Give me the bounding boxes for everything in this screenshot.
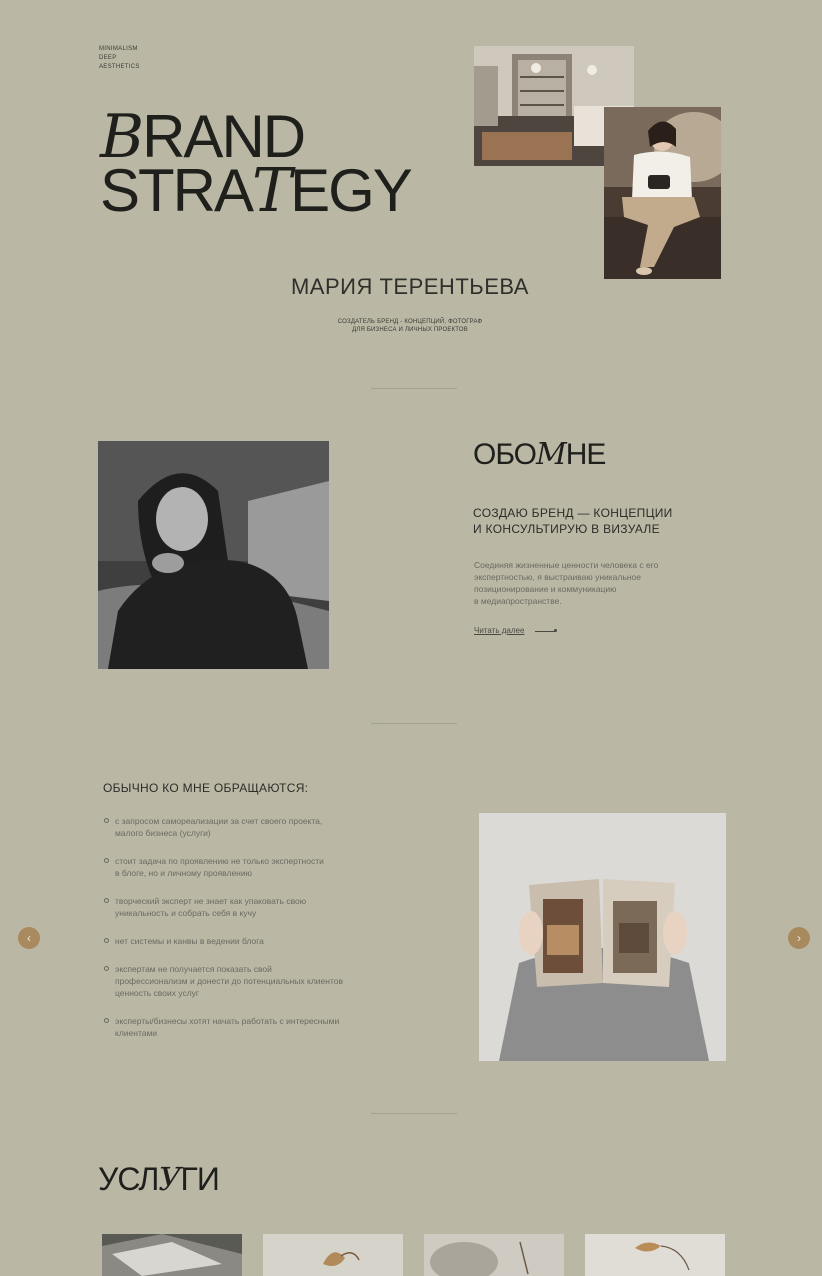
grid-line (378, 390, 379, 1110)
list-item-line: клиентами (115, 1028, 158, 1038)
list-item-line: ценность своих услуг (115, 988, 200, 998)
tagline-line: AESTHETICS (99, 64, 140, 70)
section-divider (371, 388, 457, 389)
services-heading-part: УСЛ (98, 1161, 159, 1197)
list-item-line: эксперты/бизнесы хотят начать работать с… (115, 1016, 340, 1026)
carousel-prev-button[interactable]: ‹ (18, 927, 40, 949)
list-item-line: в блоге, но и личному проявлению (115, 868, 252, 878)
author-name: МАРИЯ ТЕРЕНТЬЕВА (290, 274, 529, 299)
about-heading-part: ОБО (473, 438, 537, 471)
services-heading: УСЛУГИ (98, 1160, 220, 1198)
tagline-line: MINIMALISM (99, 46, 138, 52)
about-heading-part: НЕ (565, 438, 607, 471)
services-heading-script: У (158, 1160, 181, 1198)
list-item: с запросом самореализации за счет своего… (103, 815, 363, 839)
about-photo (98, 441, 329, 669)
list-item: эксперты/бизнесы хотят начать работать с… (103, 1015, 363, 1039)
tagline-line: DEEP (99, 55, 117, 61)
brand-title-script: T (252, 156, 292, 226)
about-text-line: Соединяя жизненные ценности человека с е… (474, 560, 659, 570)
about-subheading-line: И КОНСУЛЬТИРУЮ В ВИЗУАЛЕ (473, 522, 660, 536)
about-text-line: в медиапространстве. (474, 596, 562, 606)
brand-title-part: STRA (100, 157, 254, 224)
arrow-dot-icon (554, 629, 557, 632)
list-item-line: профессионализм и донести до потенциальн… (115, 976, 343, 986)
service-card-image[interactable] (424, 1234, 564, 1276)
list-item-line: экспертам не получается показать свой (115, 964, 272, 974)
list-item-line: творческий эксперт не знает как упаковат… (115, 896, 307, 906)
list-item: экспертам не получается показать свой пр… (103, 963, 363, 999)
about-heading: ОБОМНЕ (473, 437, 607, 472)
read-more-link[interactable]: Читать далее (474, 626, 524, 635)
about-text-line: позиционирование и коммуникацию (474, 584, 617, 594)
arrow-line-icon (535, 631, 555, 632)
author-subtitle: СОЗДАТЕЛЬ БРЕНД - КОНЦЕПЦИЙ, ФОТОГРАФ ДЛ… (300, 318, 520, 334)
section-divider (371, 723, 457, 724)
about-subheading-line: СОЗДАЮ БРЕНД — КОНЦЕПЦИИ (473, 506, 673, 520)
brand-title: BRAND STRATEGY (100, 107, 413, 222)
list-item: стоит задача по проявлению не только экс… (103, 855, 363, 879)
list-item-line: стоит задача по проявлению не только экс… (115, 856, 324, 866)
service-card-image[interactable] (263, 1234, 403, 1276)
about-text-line: экспертностью, я выстраиваю уникальное (474, 572, 641, 582)
service-card-image[interactable] (102, 1234, 242, 1276)
list-item: творческий эксперт не знает как упаковат… (103, 895, 363, 919)
author-subtitle-line: СОЗДАТЕЛЬ БРЕНД - КОНЦЕПЦИЙ, ФОТОГРАФ (337, 319, 483, 325)
chevron-left-icon: ‹ (27, 931, 31, 945)
tagline: MINIMALISM DEEP AESTHETICS (99, 45, 140, 72)
client-list: с запросом самореализации за счет своего… (103, 815, 363, 1039)
portrait-photo (604, 107, 721, 279)
list-item-line: с запросом самореализации за счет своего… (115, 816, 323, 826)
clients-heading: ОБЫЧНО КО МНЕ ОБРАЩАЮТСЯ: (103, 781, 309, 795)
services-heading-part: ГИ (180, 1161, 220, 1197)
brand-title-part: EGY (290, 157, 413, 224)
list-item-line: нет системы и канвы в ведении блога (115, 936, 264, 946)
author-subtitle-line: ДЛЯ БИЗНЕСА И ЛИЧНЫХ ПРОЕКТОВ (352, 327, 468, 333)
magazine-photo (479, 813, 726, 1061)
service-card-image[interactable] (585, 1234, 725, 1276)
chevron-right-icon: › (797, 931, 801, 945)
about-heading-script: М (536, 437, 567, 472)
section-divider (371, 1113, 457, 1114)
list-item: нет системы и канвы в ведении блога (103, 935, 363, 947)
about-subheading: СОЗДАЮ БРЕНД — КОНЦЕПЦИИ И КОНСУЛЬТИРУЮ … (473, 505, 703, 537)
list-item-line: уникальность и собрать себя в кучу (115, 908, 257, 918)
carousel-next-button[interactable]: › (788, 927, 810, 949)
about-text: Соединяя жизненные ценности человека с е… (474, 559, 684, 607)
list-item-line: малого бизнеса (услуги) (115, 828, 211, 838)
